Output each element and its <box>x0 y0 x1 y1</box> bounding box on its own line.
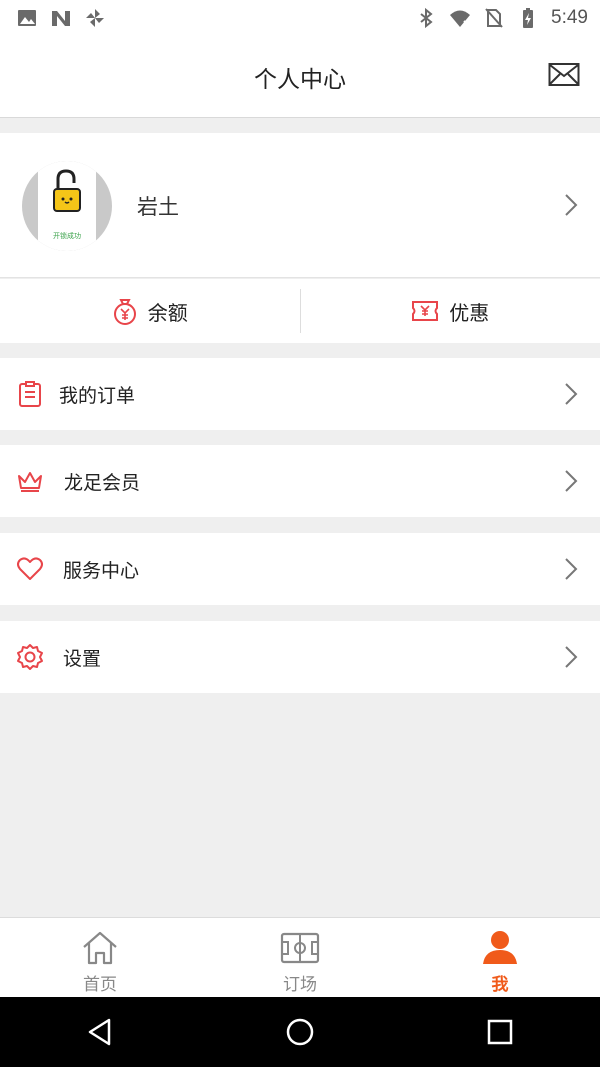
chevron-right-icon <box>565 194 578 216</box>
crown-icon <box>18 472 42 492</box>
person-icon <box>483 931 517 964</box>
bottom-tab-bar: 首页 订场 我 <box>0 917 600 997</box>
menu-item-service-center[interactable]: 服务中心 <box>0 533 600 605</box>
balance-label: 余额 <box>147 300 188 325</box>
tab-booking[interactable]: 订场 <box>200 918 400 997</box>
coupon-button[interactable]: 优惠 <box>301 279 600 343</box>
back-button[interactable] <box>80 1012 120 1052</box>
status-time: 5:49 <box>551 7 588 28</box>
image-icon <box>18 10 36 26</box>
coupon-icon <box>412 301 439 321</box>
clipboard-icon <box>19 381 41 407</box>
unlock-icon <box>53 169 81 212</box>
status-bar: 5:49 <box>0 0 600 36</box>
chevron-right-icon <box>565 646 578 668</box>
avatar-caption: 开锁成功 <box>53 232 81 240</box>
menu-item-membership[interactable]: 龙足会员 <box>0 445 600 517</box>
menu-item-settings[interactable]: 设置 <box>0 621 600 693</box>
coupon-label: 优惠 <box>449 300 490 325</box>
gear-icon <box>17 644 43 670</box>
chevron-right-icon <box>565 383 578 405</box>
avatar-image: 开锁成功 <box>38 161 96 251</box>
quick-actions: 余额 优惠 <box>0 279 600 343</box>
tab-booking-label: 订场 <box>283 975 317 995</box>
pinwheel-icon <box>86 9 104 27</box>
status-left <box>16 7 106 29</box>
bluetooth-icon <box>420 7 433 29</box>
status-right: 5:49 <box>415 7 588 29</box>
n-logo-icon <box>52 11 70 26</box>
home-icon <box>83 931 117 965</box>
wifi-icon <box>450 10 471 27</box>
recents-button[interactable] <box>480 1012 520 1052</box>
menu-item-orders[interactable]: 我的订单 <box>0 358 600 430</box>
chevron-right-icon <box>565 558 578 580</box>
home-circle-icon <box>286 1018 314 1046</box>
menu-label-settings: 设置 <box>63 647 102 670</box>
recents-square-icon <box>487 1019 513 1045</box>
profile-card[interactable]: 开锁成功 岩土 <box>0 133 600 278</box>
menu-label-membership: 龙足会员 <box>64 471 141 494</box>
page-header: 个人中心 <box>0 36 600 118</box>
no-sim-icon <box>485 8 503 28</box>
system-navigation-bar <box>0 997 600 1067</box>
field-icon <box>280 932 320 964</box>
page-title: 个人中心 <box>254 66 346 93</box>
menu-label-orders: 我的订单 <box>59 384 136 407</box>
money-bag-icon <box>113 299 136 325</box>
menu-label-service-center: 服务中心 <box>63 559 140 582</box>
tab-home-label: 首页 <box>83 975 117 995</box>
tab-me[interactable]: 我 <box>400 918 600 997</box>
heart-icon <box>17 557 43 580</box>
mail-icon[interactable] <box>548 62 580 88</box>
tab-home[interactable]: 首页 <box>0 918 200 997</box>
chevron-right-icon <box>565 470 578 492</box>
balance-button[interactable]: 余额 <box>0 279 300 343</box>
avatar[interactable]: 开锁成功 <box>22 161 112 251</box>
home-button[interactable] <box>280 1012 320 1052</box>
battery-charging-icon <box>523 8 534 28</box>
profile-username: 岩土 <box>137 195 179 219</box>
back-triangle-icon <box>88 1018 111 1046</box>
tab-me-label: 我 <box>491 975 509 995</box>
